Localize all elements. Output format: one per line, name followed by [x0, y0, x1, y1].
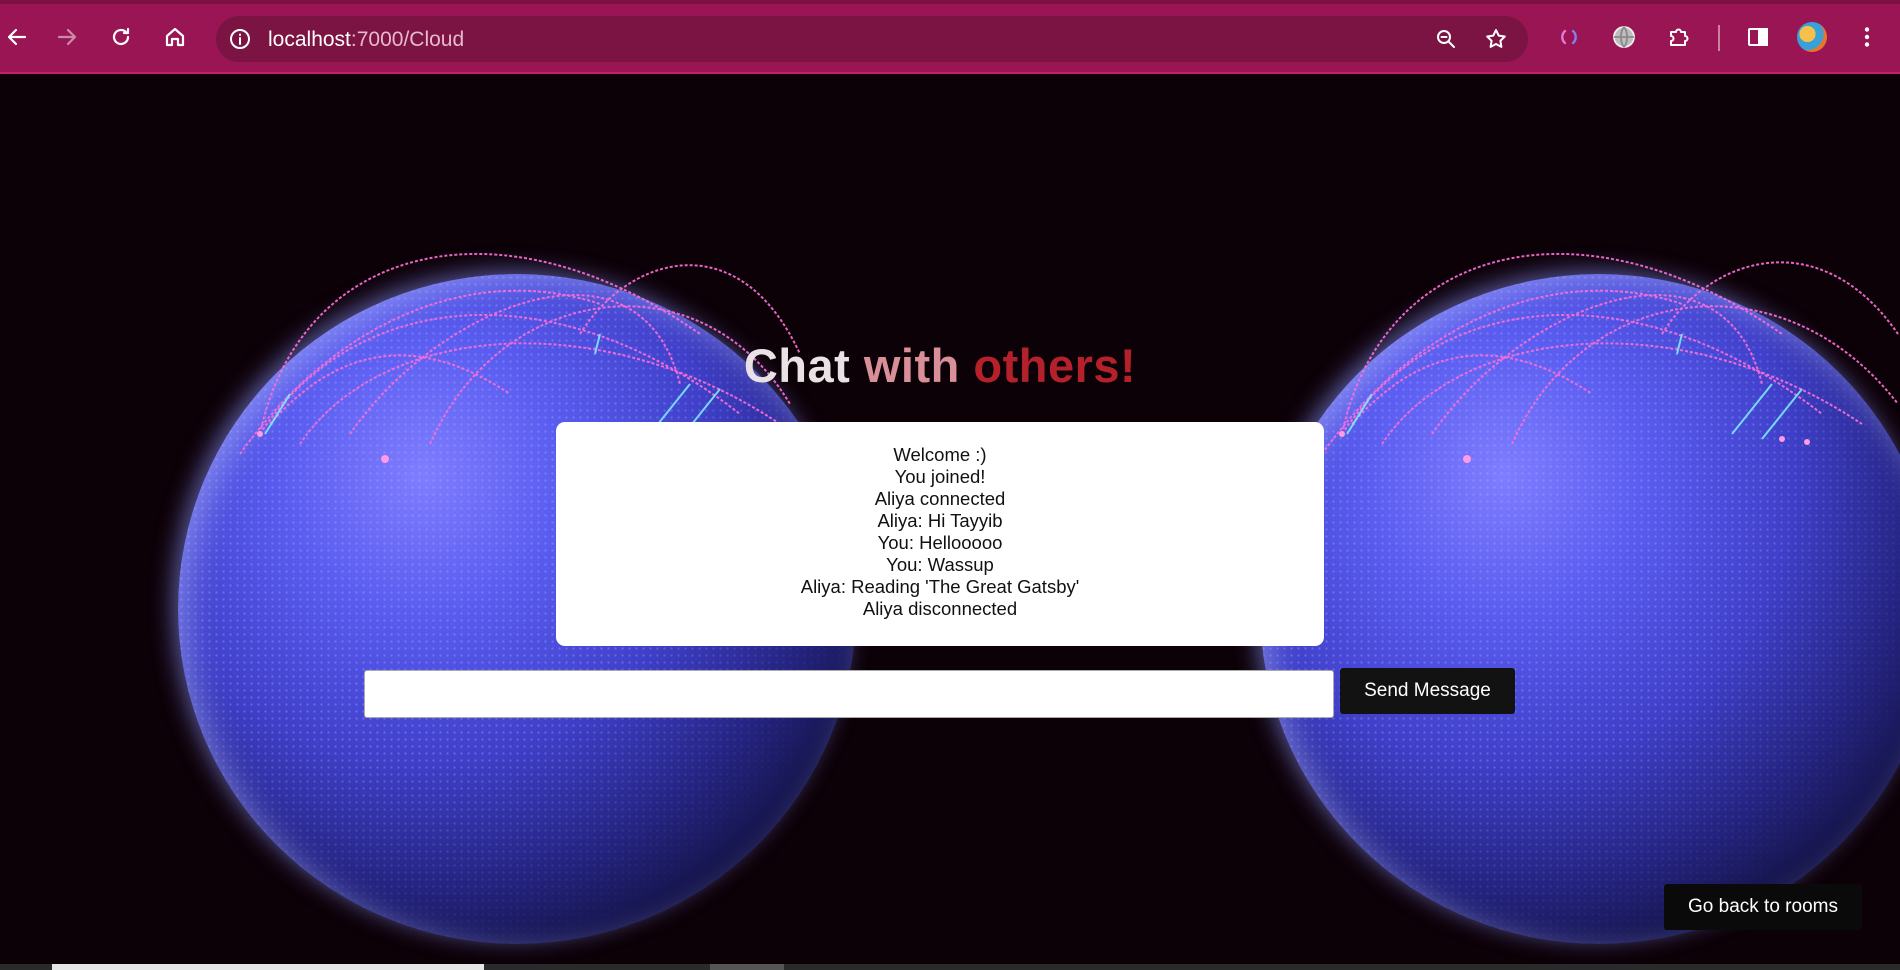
- arrow-left-icon: [7, 28, 27, 46]
- back-button[interactable]: [0, 20, 34, 54]
- star-icon[interactable]: [1484, 27, 1508, 51]
- send-message-button[interactable]: Send Message: [1340, 668, 1515, 714]
- home-button[interactable]: [158, 20, 192, 54]
- chat-message: You: Wassup: [886, 554, 994, 575]
- url-host: localhost: [268, 28, 351, 51]
- back-to-rooms-button[interactable]: Go back to rooms: [1664, 884, 1862, 930]
- tab-strip-edge: [0, 0, 1900, 4]
- avatar[interactable]: [1797, 22, 1827, 52]
- address-bar[interactable]: localhost:7000/Cloud: [216, 16, 1528, 62]
- chat-message: Aliya disconnected: [862, 598, 1018, 619]
- chat-message: Welcome :): [893, 444, 987, 465]
- reload-icon: [112, 27, 130, 46]
- chat-message: Aliya: Hi Tayyib: [877, 510, 1003, 531]
- chat-message: You: Hellooooo: [877, 532, 1003, 553]
- scrollbar-thumb[interactable]: [710, 964, 784, 970]
- url-path: :7000/Cloud: [350, 28, 465, 51]
- title-word-with: with: [863, 339, 960, 392]
- title-word-chat: Chat: [743, 339, 851, 392]
- info-icon[interactable]: [228, 27, 252, 51]
- horizontal-scrollbar[interactable]: [0, 964, 1900, 970]
- reload-button[interactable]: [104, 20, 138, 54]
- page-content: Chat with others! Welcome :) You joined!…: [0, 74, 1900, 966]
- globe-extension-icon[interactable]: [1611, 24, 1637, 50]
- chat-message: You joined!: [894, 466, 986, 487]
- scrollbar-thumb[interactable]: [52, 964, 484, 970]
- zoom-icon[interactable]: [1434, 27, 1458, 51]
- message-input[interactable]: [364, 670, 1334, 718]
- loading-extension-icon[interactable]: [1556, 24, 1582, 50]
- forward-button[interactable]: [50, 20, 84, 54]
- chat-log: Welcome :) You joined! Aliya connected A…: [556, 422, 1324, 646]
- toolbar-separator: [1718, 25, 1720, 51]
- title-word-others: others!: [973, 339, 1137, 392]
- chat-message: Aliya connected: [874, 488, 1006, 509]
- side-panel-icon[interactable]: [1745, 24, 1771, 50]
- url-text[interactable]: localhost:7000/Cloud: [268, 28, 464, 52]
- puzzle-icon[interactable]: [1666, 24, 1692, 50]
- browser-toolbar: localhost:7000/Cloud: [0, 0, 1900, 74]
- home-icon: [165, 27, 185, 47]
- arrow-right-icon: [57, 28, 77, 46]
- kebab-menu-icon[interactable]: [1854, 24, 1880, 50]
- page-title: Chat with others!: [0, 338, 1880, 393]
- chat-message: Aliya: Reading 'The Great Gatsby': [800, 576, 1080, 597]
